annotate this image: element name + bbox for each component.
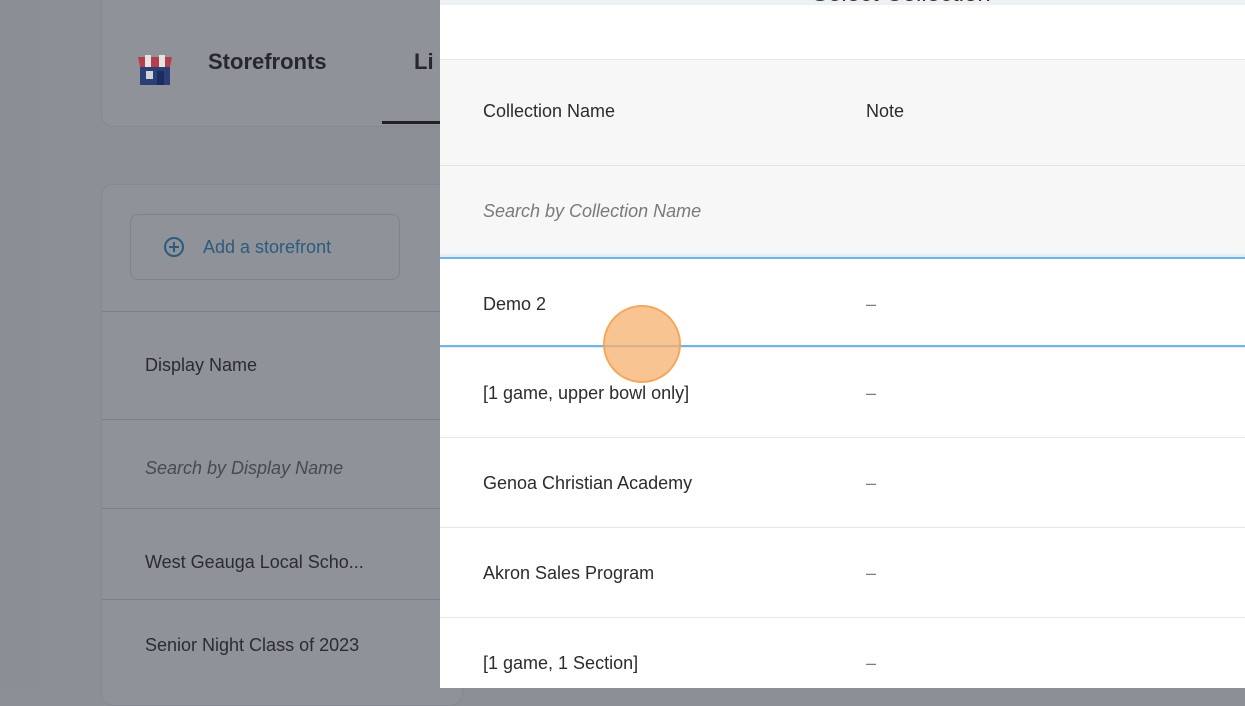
collection-name: Akron Sales Program	[483, 563, 655, 583]
display-name-search[interactable]: Search by Display Name	[102, 419, 442, 508]
active-tab-underline	[382, 121, 442, 124]
note-column[interactable]: Note	[866, 101, 904, 122]
overlay-gutter	[0, 0, 40, 688]
collection-row[interactable]: [1 game, upper bowl only] –	[440, 348, 1245, 438]
collection-name: Genoa Christian Academy	[483, 473, 693, 493]
tab-list[interactable]: Li	[414, 49, 434, 75]
collection-search-input[interactable]: Search by Collection Name	[483, 201, 701, 222]
collection-note: –	[866, 383, 877, 403]
table-row[interactable]: Senior Night Class of 2023	[102, 599, 442, 690]
collection-search-row[interactable]: Search by Collection Name	[440, 166, 1245, 256]
collection-name: [1 game, upper bowl only]	[483, 383, 690, 403]
display-name-column-label: Display Name	[145, 355, 258, 375]
panel-header: Select Collection	[440, 0, 1245, 60]
collection-name: [1 game, 1 Section]	[483, 653, 639, 673]
collection-row[interactable]: [1 game, 1 Section] –	[440, 618, 1245, 688]
click-indicator	[603, 305, 681, 383]
select-collection-panel: Select Collection Collection Name Note S…	[440, 0, 1245, 688]
collection-note: –	[866, 653, 877, 673]
storefront-name: West Geauga Local Scho...	[145, 552, 364, 572]
plus-circle-icon	[164, 237, 184, 257]
storefront-icon	[138, 55, 172, 85]
collection-name: Demo 2	[483, 294, 547, 314]
storefront-name: Senior Night Class of 2023	[145, 635, 360, 655]
display-name-search-input[interactable]: Search by Display Name	[145, 458, 343, 479]
storefronts-title: Storefronts	[208, 49, 327, 74]
collection-row-selected[interactable]: Demo 2 –	[440, 257, 1245, 347]
collection-note: –	[866, 473, 877, 493]
display-name-header: Display Name	[102, 311, 442, 419]
collection-row[interactable]: Akron Sales Program –	[440, 528, 1245, 618]
add-storefront-label: Add a storefront	[203, 237, 332, 257]
collection-note: –	[866, 294, 877, 314]
panel-title: Select Collection	[812, 0, 991, 8]
collection-row[interactable]: Genoa Christian Academy –	[440, 438, 1245, 528]
add-storefront-button[interactable]: Add a storefront	[130, 214, 400, 280]
collection-table-header: Collection Name Note	[440, 60, 1245, 166]
collection-note: –	[866, 563, 877, 583]
collection-name-column[interactable]: Collection Name	[483, 101, 615, 122]
table-row[interactable]: West Geauga Local Scho...	[102, 508, 442, 599]
